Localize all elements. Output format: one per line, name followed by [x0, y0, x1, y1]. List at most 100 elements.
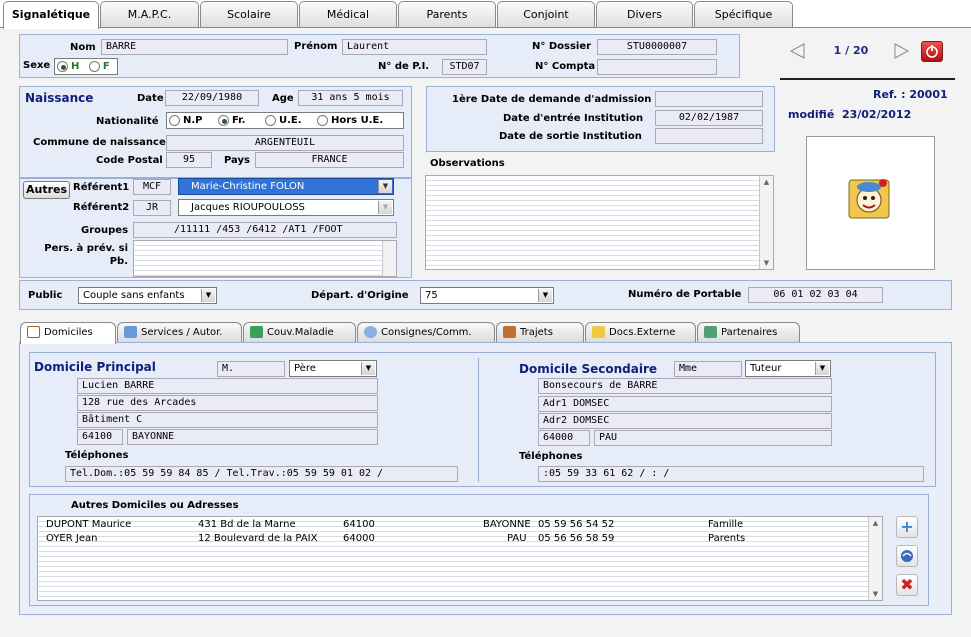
pays-field[interactable]: FRANCE — [255, 152, 404, 168]
sexe-radio-group: H F — [54, 58, 118, 75]
demande-field[interactable] — [655, 91, 763, 107]
scroll-up-icon[interactable]: ▲ — [760, 176, 773, 188]
scroll-up-icon[interactable]: ▲ — [869, 517, 882, 529]
nom-field[interactable]: BARRE — [101, 39, 288, 55]
row-type: Parents — [708, 533, 746, 544]
secondaire-tel-field[interactable]: :05 59 33 61 62 / : / — [538, 466, 924, 482]
radio-icon[interactable] — [317, 114, 329, 126]
pi-field[interactable]: STD07 — [442, 59, 487, 75]
radio-icon[interactable] — [169, 114, 180, 126]
dossier-label: N° Dossier — [532, 41, 592, 52]
dossier-field[interactable]: STU0000007 — [597, 39, 717, 55]
nat-np-option[interactable]: N.P — [167, 113, 203, 128]
principal-civilite-field[interactable]: M. — [217, 361, 285, 377]
public-select[interactable]: Couple sans enfants ▼ — [78, 287, 217, 304]
birth-date-field[interactable]: 22/09/1980 — [165, 90, 259, 106]
autres-list[interactable]: ▲ ▼ — [37, 516, 883, 601]
radio-icon[interactable] — [264, 114, 276, 126]
referent1-select[interactable]: Marie-Christine FOLON ▼ — [178, 178, 394, 195]
delete-icon[interactable]: ✖ — [896, 574, 918, 596]
speech-bubble-icon — [364, 326, 377, 338]
scroll-down-icon[interactable]: ▼ — [760, 257, 773, 269]
chevron-down-icon[interactable]: ▼ — [361, 362, 375, 375]
date-label: Date — [137, 93, 164, 104]
prev-record-icon[interactable] — [788, 42, 808, 60]
secondaire-cp-field[interactable]: 64000 — [538, 430, 590, 446]
referent2-code[interactable]: JR — [133, 200, 171, 216]
tab-partenaires[interactable]: Partenaires — [697, 322, 800, 342]
nationalite-label: Nationalité — [96, 116, 159, 127]
tab-signaletique[interactable]: Signalétique — [3, 1, 99, 29]
tab-services[interactable]: Services / Autor. — [117, 322, 242, 342]
secondaire-lien-select[interactable]: Tuteur ▼ — [745, 360, 831, 377]
principal-addr2-field[interactable]: Bâtiment C — [77, 412, 378, 428]
sexe-h-option[interactable]: H — [55, 59, 79, 74]
row-ville: PAU — [507, 533, 527, 544]
nat-fr-option[interactable]: Fr. — [216, 113, 245, 128]
principal-name-field[interactable]: Lucien BARRE — [77, 378, 378, 394]
nat-ue-option[interactable]: U.E. — [263, 113, 302, 128]
power-quit-icon[interactable] — [921, 41, 943, 62]
principal-cp-field[interactable]: 64100 — [77, 429, 123, 445]
sexe-f-option[interactable]: F — [87, 59, 110, 74]
observations-scrollbar[interactable]: ▲ ▼ — [759, 176, 773, 269]
observations-textarea[interactable]: ▲ ▼ — [425, 175, 774, 270]
birth-cp-field[interactable]: 95 — [166, 152, 212, 168]
secondaire-lien-value: Tuteur — [750, 363, 782, 374]
principal-tel-field[interactable]: Tel.Dom.:05 59 59 84 85 / Tel.Trav.:05 5… — [65, 466, 458, 482]
principal-lien-select[interactable]: Père ▼ — [289, 360, 377, 377]
sortie-field[interactable] — [655, 128, 763, 144]
radio-icon[interactable] — [57, 60, 68, 72]
tab-mapc[interactable]: M.A.P.C. — [100, 1, 199, 27]
nat-hors-option[interactable]: Hors U.E. — [315, 113, 383, 128]
pers-prev-scrollbar[interactable] — [382, 241, 396, 276]
groupes-field[interactable]: /11111 /453 /6412 /AT1 /FOOT — [133, 222, 397, 238]
tab-docs-externe[interactable]: Docs.Externe — [585, 322, 696, 342]
autres-scrollbar[interactable]: ▲ ▼ — [868, 517, 882, 600]
principal-ville-field[interactable]: BAYONNE — [127, 429, 378, 445]
principal-addr1-field[interactable]: 128 rue des Arcades — [77, 395, 378, 411]
referent2-select[interactable]: Jacques RIOUPOULOSS ▼ — [178, 199, 394, 216]
secondaire-civilite-field[interactable]: Mme — [674, 361, 742, 377]
tab-domiciles[interactable]: Domiciles — [20, 322, 116, 344]
chevron-down-icon[interactable]: ▼ — [815, 362, 829, 375]
tab-specifique[interactable]: Spécifique — [694, 1, 793, 27]
edit-icon[interactable] — [896, 545, 918, 567]
referent1-code[interactable]: MCF — [133, 179, 171, 195]
tab-scolaire[interactable]: Scolaire — [200, 1, 298, 27]
secondaire-name-field[interactable]: Bonsecours de BARRE — [538, 378, 832, 394]
next-record-icon[interactable] — [891, 42, 911, 60]
chevron-down-icon[interactable]: ▼ — [538, 289, 552, 302]
scroll-down-icon[interactable]: ▼ — [869, 588, 882, 600]
secondaire-addr1-field[interactable]: Adr1 DOMSEC — [538, 396, 832, 412]
pers-prev-textarea[interactable] — [133, 240, 397, 277]
add-icon[interactable]: + — [896, 516, 918, 538]
entree-field[interactable]: 02/02/1987 — [655, 110, 763, 126]
compta-field[interactable] — [597, 59, 717, 75]
secondaire-addr2-field[interactable]: Adr2 DOMSEC — [538, 413, 832, 429]
autres-button[interactable]: Autres — [23, 181, 70, 199]
secondaire-ville-field[interactable]: PAU — [594, 430, 832, 446]
photo-frame[interactable] — [806, 136, 935, 270]
chevron-down-icon[interactable]: ▼ — [378, 201, 392, 214]
tab-parents[interactable]: Parents — [398, 1, 496, 27]
domicile-principal-title: Domicile Principal — [34, 360, 156, 374]
tab-consignes[interactable]: Consignes/Comm. — [357, 322, 495, 342]
tab-trajets[interactable]: Trajets — [496, 322, 584, 342]
observations-label: Observations — [430, 158, 505, 169]
radio-icon[interactable] — [88, 60, 100, 72]
tab-couv-maladie[interactable]: Couv.Maladie — [243, 322, 356, 342]
prenom-field[interactable]: Laurent — [342, 39, 487, 55]
chevron-down-icon[interactable]: ▼ — [378, 180, 392, 193]
tab-divers[interactable]: Divers — [596, 1, 693, 27]
chevron-down-icon[interactable]: ▼ — [201, 289, 215, 302]
row-cp: 64000 — [343, 533, 375, 544]
separator-line — [780, 78, 955, 80]
radio-icon[interactable] — [217, 114, 229, 126]
depart-select[interactable]: 75 ▼ — [420, 287, 554, 304]
modifie-date: 23/02/2012 — [841, 108, 912, 121]
portable-field[interactable]: 06 01 02 03 04 — [748, 287, 883, 303]
tab-conjoint[interactable]: Conjoint — [497, 1, 595, 27]
tab-medical[interactable]: Médical — [299, 1, 397, 27]
commune-field[interactable]: ARGENTEUIL — [166, 135, 404, 151]
